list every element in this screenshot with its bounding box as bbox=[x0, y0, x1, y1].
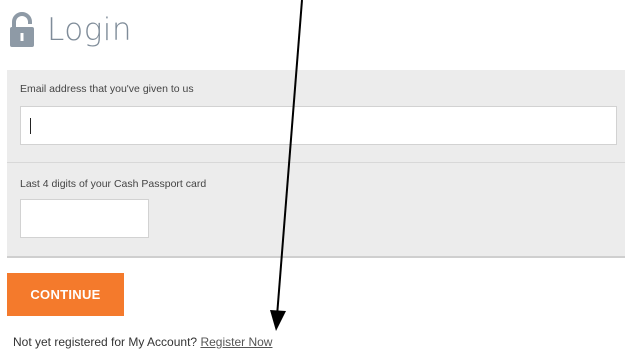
annotation-arrow bbox=[270, 0, 303, 331]
